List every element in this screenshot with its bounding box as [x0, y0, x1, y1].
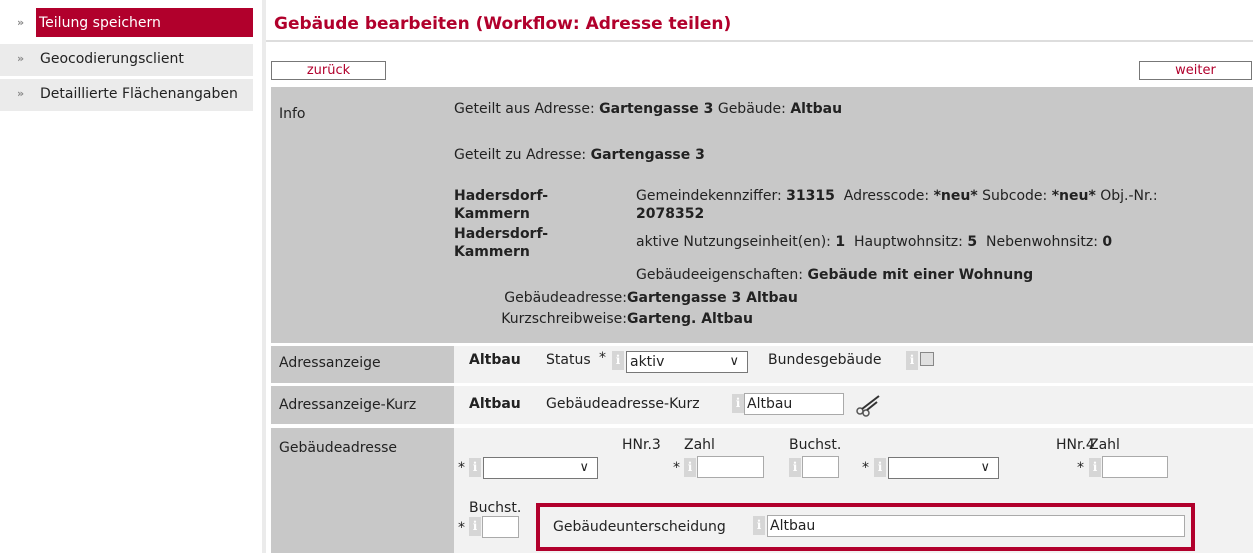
back-button[interactable]: zurück — [271, 61, 386, 80]
nws-value: 0 — [1102, 234, 1113, 250]
gkz-label: Gemeindekennziffer: — [636, 188, 782, 204]
info-icon[interactable]: i — [469, 517, 481, 536]
required-mark: * — [458, 520, 465, 536]
gebaeudeadresse-info-line: Gebäudeadresse:Gartengasse 3 Altbau — [447, 290, 798, 306]
required-mark: * — [862, 460, 869, 476]
bundes-label: Bundesgebäude — [768, 352, 882, 368]
geteilt-zu-line: Geteilt zu Adresse: Gartengasse 3 — [454, 147, 705, 163]
eigenschaften-line: Gebäudeeigenschaften: Gebäude mit einer … — [636, 267, 1033, 283]
divider — [266, 40, 1253, 42]
eigenschaften-label: Gebäudeeigenschaften: — [636, 267, 803, 283]
required-mark: * — [1077, 460, 1084, 476]
info-icon[interactable]: i — [469, 458, 481, 477]
status-select[interactable]: aktiv ∨ — [626, 351, 748, 373]
hws-value: 5 — [967, 234, 978, 250]
gemeinde-line: Gemeindekennziffer: 31315 Adresscode: *n… — [636, 188, 1158, 204]
eigenschaften-value: Gebäude mit einer Wohnung — [807, 267, 1034, 283]
zahl1-label: Zahl — [684, 437, 715, 453]
sidebar-item-label: Geocodierungsclient — [40, 51, 184, 67]
next-button[interactable]: weiter — [1139, 61, 1252, 80]
gebaeude-prefix: Gebäude: — [717, 101, 786, 117]
required-mark: * — [599, 350, 606, 366]
strasse-select[interactable]: ∨ — [483, 457, 598, 479]
adresscode-label: Adresscode: — [843, 188, 930, 204]
info-icon[interactable]: i — [732, 394, 744, 413]
required-mark: * — [458, 460, 465, 476]
chevron-down-icon: ∨ — [729, 354, 739, 369]
nws-label: Nebenwohnsitz: — [985, 234, 1098, 250]
info-icon[interactable]: i — [874, 458, 886, 477]
geteilt-zu-prefix: Geteilt zu Adresse: — [454, 147, 587, 163]
gebaeudeadresse-kurz-label: Gebäudeadresse-Kurz — [546, 396, 700, 412]
gebaeudeadresse-kurz-input[interactable]: Altbau — [744, 393, 844, 415]
info-icon[interactable]: i — [789, 458, 801, 477]
nutzung-value: 1 — [835, 234, 846, 250]
info-icon[interactable]: i — [684, 458, 696, 477]
buchst2-input[interactable] — [482, 516, 519, 538]
info-icon[interactable]: i — [753, 516, 765, 535]
bundes-checkbox[interactable] — [920, 352, 934, 366]
chevron-double-right-icon: » — [17, 52, 25, 65]
adressanzeige-kurz-value: Altbau — [469, 396, 521, 412]
info-icon[interactable]: i — [906, 351, 918, 370]
geteilt-zu-value: Gartengasse 3 — [590, 147, 705, 163]
zahl2-label: Zahl — [1089, 437, 1120, 453]
kurzschreib-label: Kurzschreibweise: — [501, 311, 627, 327]
objnr-label: Obj.-Nr.: — [1100, 188, 1158, 204]
info-label: Info — [279, 106, 306, 122]
nutzung-line: aktive Nutzungseinheit(en): 1 Hauptwohns… — [636, 234, 1112, 250]
hws-label: Hauptwohnsitz: — [854, 234, 963, 250]
hnr3-label: HNr.3 — [622, 437, 661, 453]
chevron-down-icon: ∨ — [980, 460, 990, 475]
scissors-icon[interactable] — [855, 393, 883, 417]
gebaeudeadresse-info-label: Gebäudeadresse: — [504, 290, 627, 306]
info-icon[interactable]: i — [1089, 458, 1101, 477]
info-icon[interactable]: i — [612, 351, 624, 370]
status-selected-value: aktiv — [630, 354, 665, 370]
adresscode-value: *neu* — [933, 188, 978, 204]
gebaeudeadresse-label: Gebäudeadresse — [279, 440, 398, 456]
objnr-value: 2078352 — [636, 206, 705, 222]
sidebar-item-label: Teilung speichern — [39, 15, 161, 31]
divider — [262, 0, 266, 553]
subcode-label: Subcode: — [982, 188, 1048, 204]
ort-name: Hadersdorf- — [454, 188, 549, 204]
hnr3-zahl-input[interactable] — [697, 456, 764, 478]
status-label: Status — [546, 352, 591, 368]
gebaeudeadresse-info-value: Gartengasse 3 Altbau — [627, 290, 798, 306]
hnr3-buchst-input[interactable] — [802, 456, 839, 478]
gkz-value: 31315 — [786, 188, 835, 204]
adressanzeige-label: Adressanzeige — [279, 355, 381, 371]
sidebar-item-label: Detaillierte Flächenangaben — [40, 86, 238, 102]
geteilt-aus-line: Geteilt aus Adresse: Gartengasse 3 Gebäu… — [454, 101, 842, 117]
hnr4-select[interactable]: ∨ — [888, 457, 999, 479]
geteilt-aus-value: Gartengasse 3 — [599, 101, 714, 117]
page-title: Gebäude bearbeiten (Workflow: Adresse te… — [274, 14, 732, 34]
unterscheidung-label: Gebäudeunterscheidung — [553, 519, 726, 535]
hnr4-zahl-input[interactable] — [1102, 456, 1168, 478]
sidebar-item-geocodierungsclient[interactable]: Geocodierungsclient — [0, 44, 253, 77]
chevron-double-right-icon: » — [17, 87, 25, 100]
required-mark: * — [673, 460, 680, 476]
gebaeude-value: Altbau — [790, 101, 843, 117]
chevron-down-icon: ∨ — [579, 460, 589, 475]
nutzung-label: aktive Nutzungseinheit(en): — [636, 234, 831, 250]
ort-name: Kammern — [454, 206, 530, 222]
geteilt-aus-prefix: Geteilt aus Adresse: — [454, 101, 595, 117]
adressanzeige-kurz-label: Adressanzeige-Kurz — [279, 397, 417, 413]
subcode-value: *neu* — [1051, 188, 1096, 204]
ort-name: Kammern — [454, 244, 530, 260]
buchst2-label: Buchst. — [469, 500, 522, 516]
sidebar-item-teilung-speichern[interactable]: Teilung speichern — [36, 8, 253, 38]
sidebar-item-detaillierte-flaechenangaben[interactable]: Detaillierte Flächenangaben — [0, 79, 253, 112]
chevron-double-right-icon: » — [17, 16, 25, 29]
adressanzeige-value: Altbau — [469, 352, 521, 368]
unterscheidung-input[interactable]: Altbau — [767, 515, 1185, 537]
kurzschreib-line: Kurzschreibweise:Garteng. Altbau — [447, 311, 753, 327]
kurzschreib-value: Garteng. Altbau — [627, 311, 753, 327]
ort-name: Hadersdorf- — [454, 226, 549, 242]
buchst1-label: Buchst. — [789, 437, 842, 453]
